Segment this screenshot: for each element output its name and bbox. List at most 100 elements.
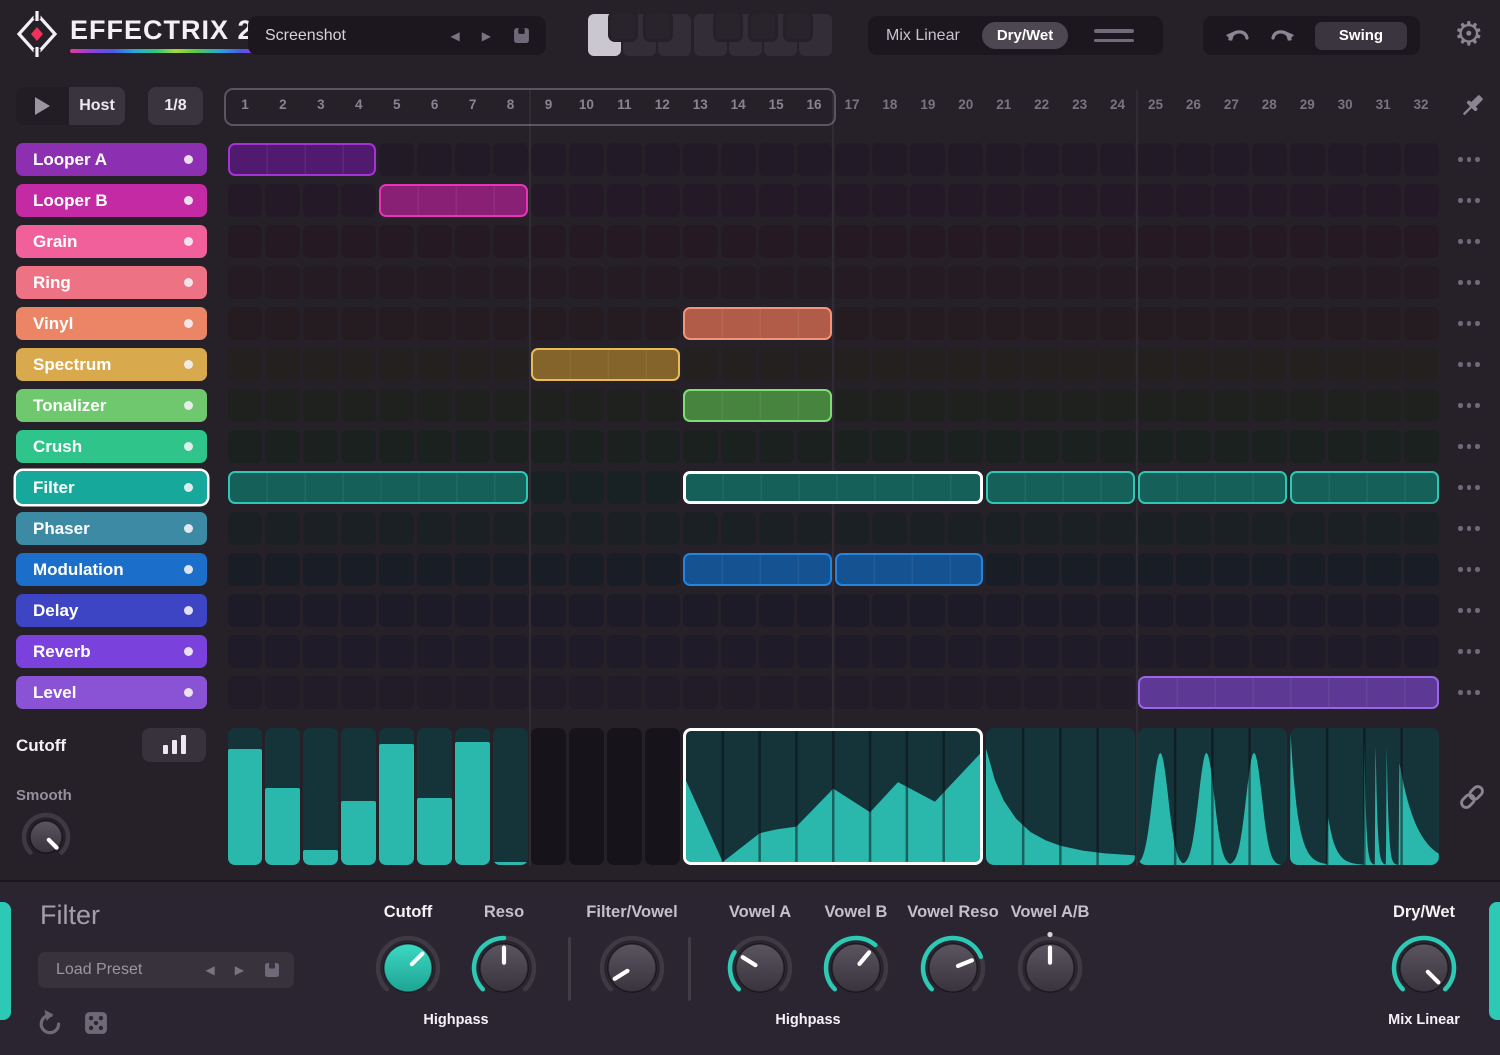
grid-cell[interactable]: [986, 430, 1022, 463]
grid-cell[interactable]: [1100, 143, 1135, 176]
grid-cell[interactable]: [796, 225, 832, 258]
step-number-25[interactable]: 25: [1137, 88, 1175, 122]
grid-cell[interactable]: [493, 307, 528, 340]
grid-cell[interactable]: [682, 184, 718, 217]
grid-cell[interactable]: [834, 348, 870, 381]
effect-preset-save-icon[interactable]: [264, 962, 280, 978]
grid-cell[interactable]: [796, 512, 832, 545]
grid-cell[interactable]: [872, 389, 908, 422]
grid-cell[interactable]: [379, 594, 415, 627]
grid-cell[interactable]: [1024, 225, 1060, 258]
grid-cell[interactable]: [417, 143, 453, 176]
lane-step-empty[interactable]: [644, 728, 680, 865]
grid-cell[interactable]: [1062, 676, 1098, 709]
grid-cell[interactable]: [455, 553, 491, 586]
grid-cell[interactable]: [568, 594, 604, 627]
grid-cell[interactable]: [303, 676, 339, 709]
step-number-8[interactable]: 8: [492, 88, 530, 122]
grid-cell[interactable]: [1100, 430, 1135, 463]
step-number-9[interactable]: 9: [530, 88, 568, 122]
effect-preset-prev-button[interactable]: ◀: [206, 963, 215, 977]
grid-cell[interactable]: [948, 266, 984, 299]
step-number-29[interactable]: 29: [1288, 88, 1326, 122]
grid-cell[interactable]: [531, 225, 566, 258]
step-number-18[interactable]: 18: [871, 88, 909, 122]
grid-cell[interactable]: [379, 143, 415, 176]
grid-cell[interactable]: [417, 635, 453, 668]
grid-cell[interactable]: [1365, 307, 1401, 340]
grid-cell[interactable]: [303, 594, 339, 627]
grid-cell[interactable]: [986, 266, 1022, 299]
grid-cell[interactable]: [455, 143, 491, 176]
grid-cell[interactable]: [531, 184, 566, 217]
grid-cell[interactable]: [644, 307, 680, 340]
grid-cell[interactable]: [341, 266, 377, 299]
grid-cell[interactable]: [568, 471, 604, 504]
grid-cell[interactable]: [834, 307, 870, 340]
grid-cell[interactable]: [265, 184, 301, 217]
grid-cell[interactable]: [606, 594, 642, 627]
grid-cell[interactable]: [1062, 635, 1098, 668]
grid-cell[interactable]: [758, 184, 794, 217]
grid-cell[interactable]: [227, 348, 263, 381]
grid-cell[interactable]: [1062, 266, 1098, 299]
grid-cell[interactable]: [910, 184, 946, 217]
row-menu-button[interactable]: [1458, 567, 1480, 572]
grid-cell[interactable]: [1024, 266, 1060, 299]
grid-cell[interactable]: [1327, 307, 1363, 340]
grid-cell[interactable]: [1024, 635, 1060, 668]
grid-block[interactable]: [834, 553, 984, 586]
grid-cell[interactable]: [568, 676, 604, 709]
knob-filter-vowel[interactable]: [595, 931, 669, 1005]
grid-cell[interactable]: [1365, 635, 1401, 668]
grid-cell[interactable]: [1138, 594, 1173, 627]
grid-cell[interactable]: [758, 594, 794, 627]
step-number-14[interactable]: 14: [719, 88, 757, 122]
grid-cell[interactable]: [568, 225, 604, 258]
grid-block[interactable]: [1289, 471, 1439, 504]
grid-cell[interactable]: [644, 184, 680, 217]
grid-cell[interactable]: [872, 635, 908, 668]
grid-cell[interactable]: [1365, 143, 1401, 176]
grid-cell[interactable]: [227, 594, 263, 627]
grid-cell[interactable]: [531, 676, 566, 709]
grid-cell[interactable]: [1213, 553, 1249, 586]
pattern-key-sharp-5[interactable]: [786, 14, 810, 39]
grid-cell[interactable]: [341, 553, 377, 586]
grid-cell[interactable]: [1024, 676, 1060, 709]
track-enable-dot[interactable]: [184, 196, 193, 205]
grid-cell[interactable]: [606, 143, 642, 176]
grid-cell[interactable]: [417, 430, 453, 463]
lane-step-bar[interactable]: [341, 728, 377, 865]
grid-cell[interactable]: [986, 512, 1022, 545]
knob-vowel-a[interactable]: [723, 931, 797, 1005]
grid-cell[interactable]: [986, 143, 1022, 176]
grid-cell[interactable]: [568, 512, 604, 545]
row-menu-button[interactable]: [1458, 608, 1480, 613]
grid-cell[interactable]: [417, 553, 453, 586]
grid-cell[interactable]: [682, 676, 718, 709]
grid-cell[interactable]: [1100, 389, 1135, 422]
grid-cell[interactable]: [265, 348, 301, 381]
grid-cell[interactable]: [606, 266, 642, 299]
grid-cell[interactable]: [1365, 594, 1401, 627]
grid-block[interactable]: [227, 471, 528, 504]
grid-cell[interactable]: [417, 307, 453, 340]
grid-cell[interactable]: [682, 143, 718, 176]
grid-cell[interactable]: [341, 389, 377, 422]
settings-gear-icon[interactable]: ⚙: [1454, 17, 1484, 50]
grid-cell[interactable]: [872, 266, 908, 299]
grid-cell[interactable]: [720, 594, 756, 627]
grid-cell[interactable]: [1403, 512, 1439, 545]
grid-cell[interactable]: [341, 594, 377, 627]
grid-cell[interactable]: [227, 553, 263, 586]
grid-cell[interactable]: [493, 225, 528, 258]
grid-cell[interactable]: [1213, 266, 1249, 299]
grid-cell[interactable]: [379, 635, 415, 668]
grid-cell[interactable]: [986, 635, 1022, 668]
grid-cell[interactable]: [1327, 553, 1363, 586]
grid-cell[interactable]: [303, 389, 339, 422]
grid-cell[interactable]: [682, 594, 718, 627]
grid-cell[interactable]: [1100, 594, 1135, 627]
lane-segment[interactable]: [986, 728, 1135, 865]
